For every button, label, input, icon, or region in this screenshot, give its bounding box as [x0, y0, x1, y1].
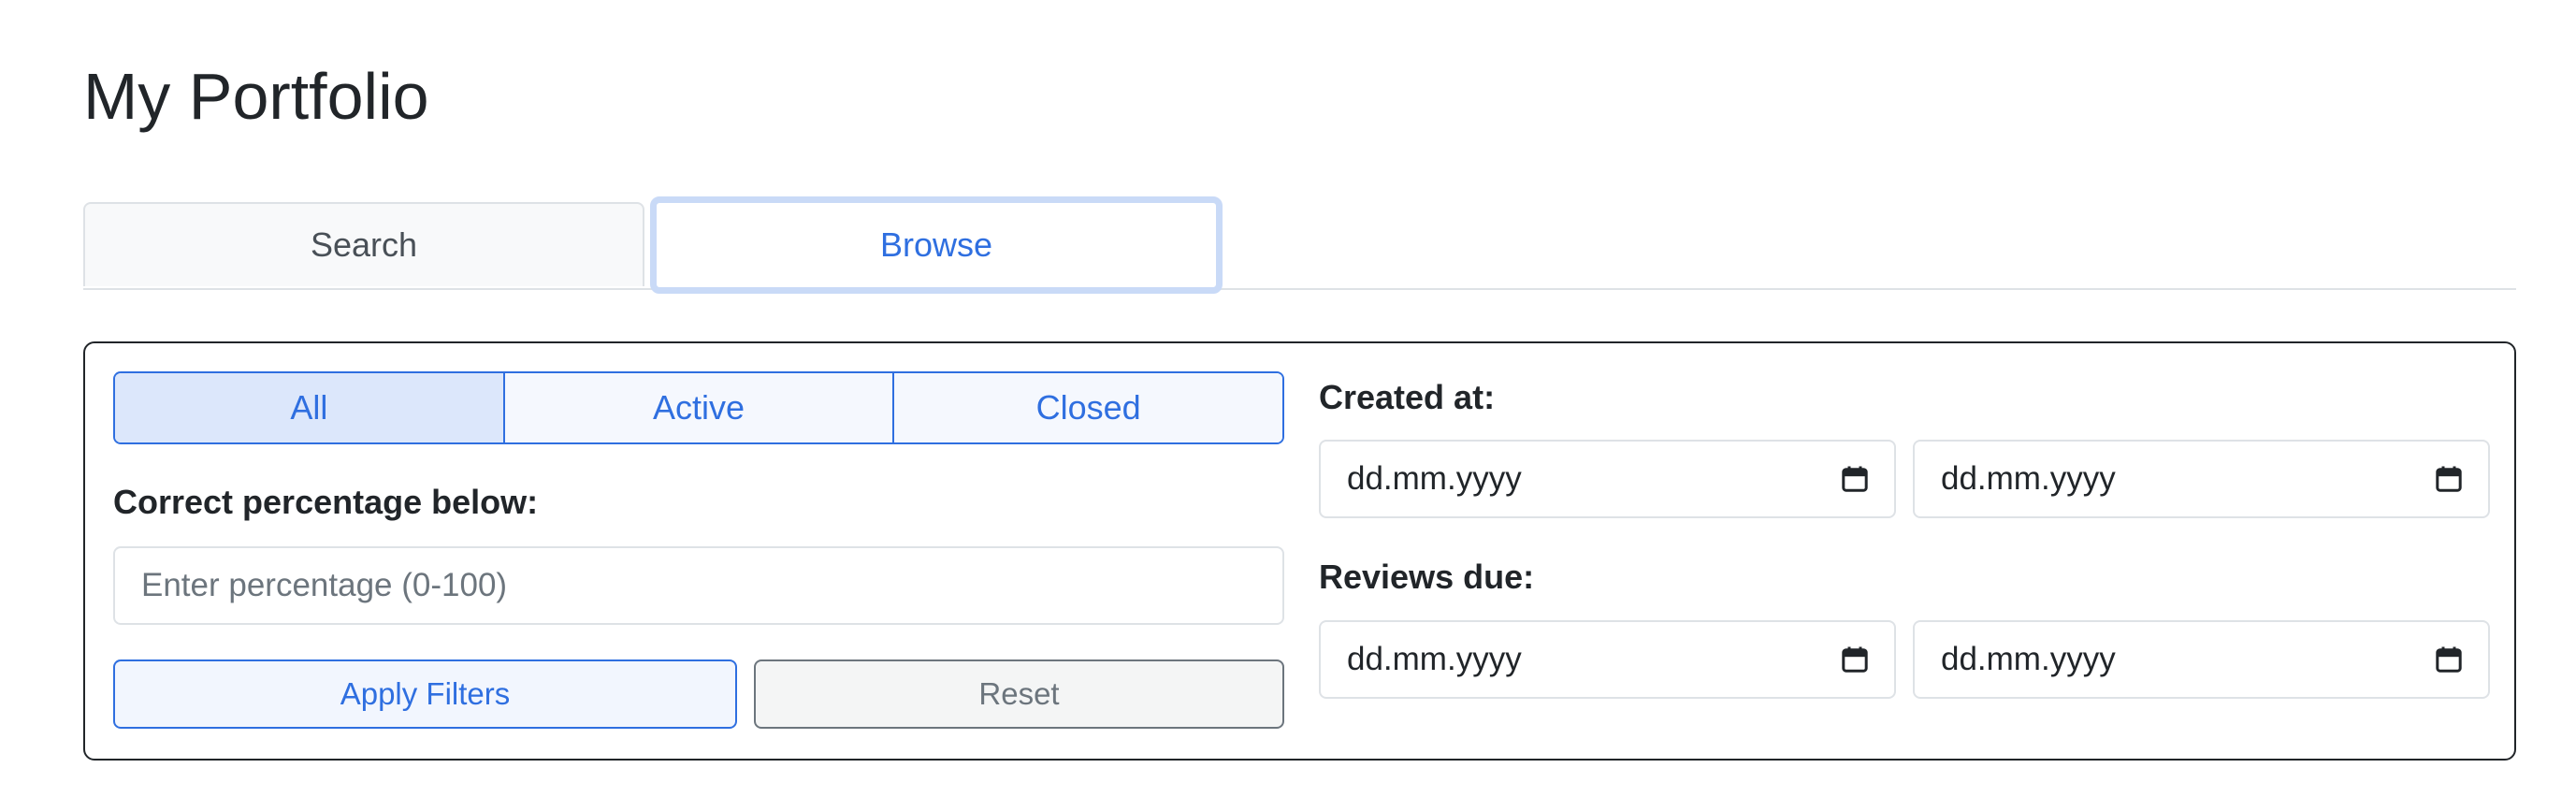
tab-bar: Search Browse — [83, 196, 2516, 294]
percentage-label: Correct percentage below: — [113, 483, 539, 521]
reviews-due-to-placeholder: dd.mm.yyyy — [1941, 641, 2116, 677]
page: My Portfolio Search Browse All Active Cl… — [0, 0, 2576, 797]
status-active-button[interactable]: Active — [502, 373, 893, 442]
calendar-icon[interactable] — [1840, 645, 1870, 674]
page-title: My Portfolio — [83, 60, 429, 133]
tab-browse[interactable]: Browse — [650, 196, 1223, 294]
reviews-due-from-placeholder: dd.mm.yyyy — [1347, 641, 1522, 677]
reviews-due-label: Reviews due: — [1319, 558, 1535, 596]
status-closed-button[interactable]: Closed — [892, 373, 1282, 442]
calendar-icon[interactable] — [2434, 645, 2464, 674]
status-all-button[interactable]: All — [115, 373, 503, 442]
apply-filters-button[interactable]: Apply Filters — [113, 659, 737, 729]
created-at-label: Created at: — [1319, 378, 1496, 416]
status-filter-group: All Active Closed — [113, 371, 1284, 444]
created-at-from-input[interactable]: dd.mm.yyyy — [1319, 440, 1896, 518]
reviews-due-from-input[interactable]: dd.mm.yyyy — [1319, 620, 1896, 699]
calendar-icon[interactable] — [1840, 464, 1870, 494]
created-at-to-input[interactable]: dd.mm.yyyy — [1913, 440, 2490, 518]
created-at-to-placeholder: dd.mm.yyyy — [1941, 460, 2116, 497]
calendar-icon[interactable] — [2434, 464, 2464, 494]
reviews-due-to-input[interactable]: dd.mm.yyyy — [1913, 620, 2490, 699]
reset-button[interactable]: Reset — [754, 659, 1284, 729]
created-at-from-placeholder: dd.mm.yyyy — [1347, 460, 1522, 497]
tab-search[interactable]: Search — [83, 202, 644, 286]
percentage-input[interactable] — [113, 546, 1284, 625]
filter-panel: All Active Closed Correct percentage bel… — [83, 341, 2516, 761]
